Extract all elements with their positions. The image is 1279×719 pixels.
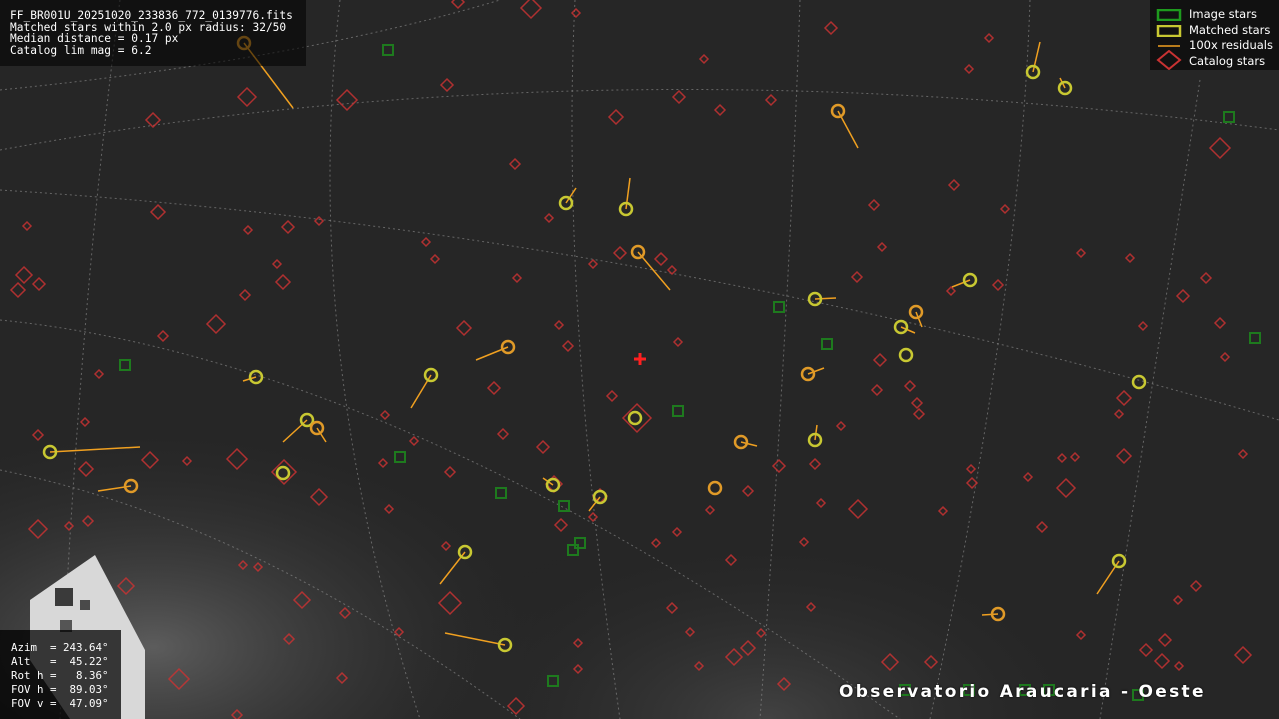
- fov-h-text: FOV h = 89.03°: [11, 683, 109, 696]
- catalog-star-swatch-icon: [1156, 50, 1182, 70]
- legend-catalog-stars: Catalog stars: [1150, 50, 1279, 70]
- matched-star-swatch-icon: [1156, 25, 1182, 37]
- residual-line: [981, 613, 999, 616]
- azimuth-text: Azim = 243.64°: [11, 641, 109, 654]
- star-field-view: [0, 0, 1279, 719]
- pointing-info-panel: Azim = 243.64° Alt = 45.22° Rot h = 8.36…: [0, 630, 121, 719]
- rotation-text: Rot h = 8.36°: [11, 669, 109, 682]
- altitude-text: Alt = 45.22°: [11, 655, 109, 668]
- image-star-swatch-icon: [1156, 9, 1182, 21]
- fov-v-text: FOV v = 47.09°: [11, 697, 109, 710]
- solution-info-panel: FF_BR001U_20251020_233836_772_0139776.fi…: [0, 0, 306, 66]
- residual-line: [814, 297, 837, 300]
- legend-matched-stars: Matched stars: [1150, 23, 1279, 39]
- catalog-limit-text: Catalog lim mag = 6.2: [10, 44, 152, 57]
- legend: Image stars Matched stars 100x residuals…: [1150, 0, 1279, 70]
- legend-image-stars: Image stars: [1150, 7, 1279, 23]
- station-caption: Observatorio Araucaria - Oeste: [839, 682, 1206, 702]
